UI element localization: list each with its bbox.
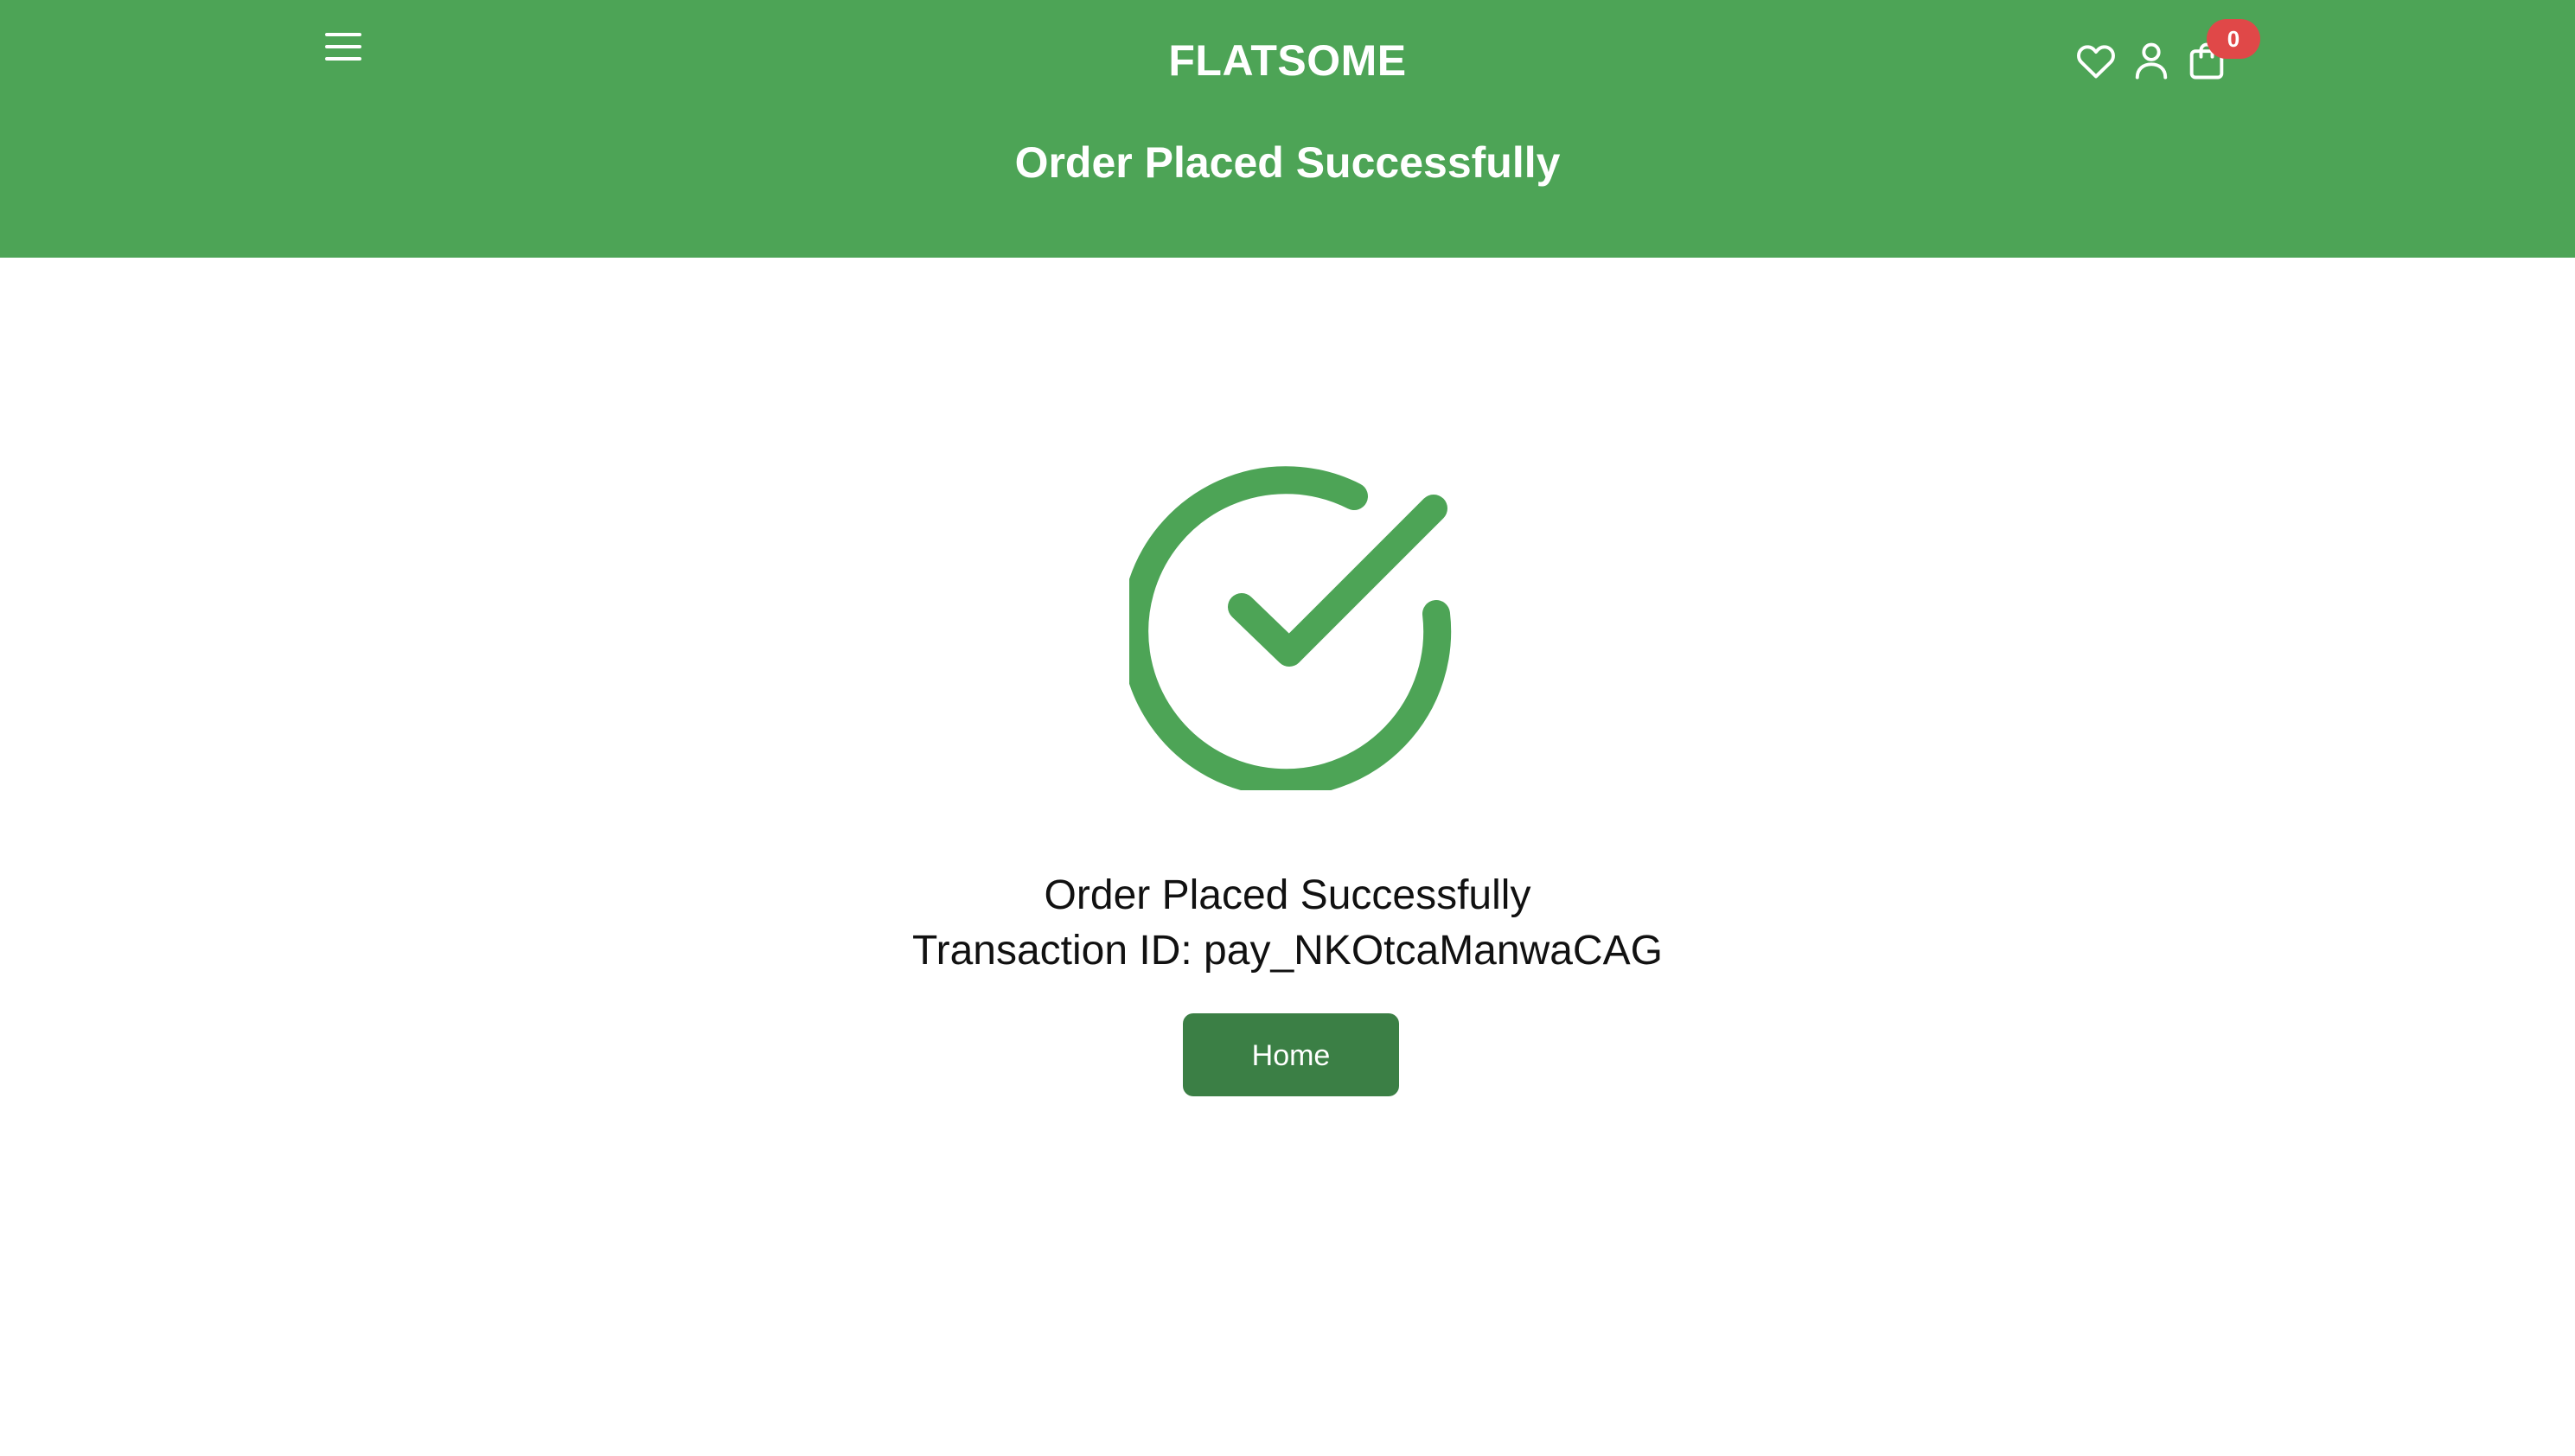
user-icon[interactable] (2129, 38, 2174, 83)
site-header: FLATSOME 0 Order Placed Successfully (0, 0, 2575, 258)
check-circle-icon (1121, 462, 1458, 797)
page-title: Order Placed Successfully (1014, 138, 1561, 187)
home-button[interactable]: Home (1183, 1013, 1399, 1096)
cart-count-badge: 0 (2207, 19, 2260, 59)
transaction-id: Transaction ID: pay_NKOtcaManwaCAG (912, 928, 1663, 974)
success-message: Order Placed Successfully (1044, 872, 1531, 918)
heart-icon[interactable] (2073, 38, 2118, 83)
